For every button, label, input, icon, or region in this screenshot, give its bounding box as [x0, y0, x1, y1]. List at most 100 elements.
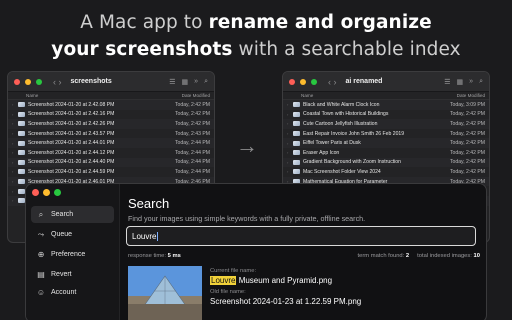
file-date: Today, 2:42 PM: [449, 130, 485, 137]
sidebar-item-queue[interactable]: ⤳ Queue: [31, 226, 114, 243]
file-name: Screenshot 2024-01-20 at 2.42.16 PM: [28, 111, 115, 118]
more-icon[interactable]: »: [194, 78, 198, 86]
sidebar-item-label: Queue: [51, 231, 73, 238]
search-input[interactable]: Louvre: [126, 226, 476, 246]
file-thumbnail-icon: [18, 179, 25, 185]
file-row[interactable]: › Mac Screenshot Folder View 2024 Today, 2…: [283, 167, 489, 177]
more-icon[interactable]: »: [469, 78, 473, 86]
file-row[interactable]: › Eraser App Icon Today, 2:42 PM: [283, 148, 489, 158]
close-button[interactable]: [32, 189, 39, 196]
minimize-button[interactable]: [300, 78, 306, 85]
file-thumbnail-icon: [18, 111, 25, 117]
current-name-rest: Museum and Pyramid.png: [236, 276, 333, 285]
result-thumbnail[interactable]: [128, 266, 202, 320]
file-row[interactable]: › Screenshot 2024-01-20 at 2.44.59 PM Toda…: [8, 167, 214, 177]
term-value: 2: [405, 253, 410, 259]
file-date: Today, 2:42 PM: [449, 120, 485, 127]
column-name[interactable]: Name: [12, 93, 182, 98]
file-row[interactable]: › Screenshot 2024-01-20 at 2.43.57 PM Toda…: [8, 129, 214, 139]
minimize-button[interactable]: [25, 78, 31, 85]
back-forward-icon[interactable]: ‹ ›: [328, 77, 337, 87]
zoom-button[interactable]: [311, 78, 317, 85]
file-date: Today, 2:42 PM: [174, 111, 210, 118]
file-row[interactable]: › Cute Cartoon Jellyfish Illustration Toda…: [283, 119, 489, 129]
file-name: Eraser App Icon: [303, 149, 340, 156]
term-match: term match found: 2: [358, 253, 410, 259]
file-thumbnail-icon: [293, 140, 300, 146]
sidebar-item-account[interactable]: ☺ Account: [31, 284, 114, 301]
current-file-name[interactable]: Louvre Museum and Pyramid.png: [210, 276, 361, 285]
indexed-value: 10: [473, 253, 480, 259]
back-forward-icon[interactable]: ‹ ›: [53, 77, 62, 87]
file-date: Today, 2:42 PM: [449, 149, 485, 156]
file-name: Black and White Alarm Clock Icon: [303, 101, 380, 108]
file-date: Today, 2:44 PM: [174, 149, 210, 156]
queue-icon: ⤳: [37, 229, 45, 239]
term-label: term match found:: [357, 253, 405, 259]
sidebar-item-revert[interactable]: ▤ Revert: [31, 266, 114, 283]
result-details: Current file name: Louvre Museum and Pyr…: [210, 268, 361, 310]
file-thumbnail-icon: [293, 150, 300, 156]
search-icon[interactable]: ⌕: [479, 78, 483, 86]
file-name: Gradient Background with Zoom Instructio…: [303, 159, 401, 166]
list-view-icon[interactable]: ☰: [444, 78, 450, 86]
file-name: Eiffel Tower Paris at Dusk: [303, 140, 361, 147]
column-date[interactable]: Date Modified: [182, 93, 210, 98]
zoom-button[interactable]: [54, 189, 61, 196]
file-date: Today, 2:42 PM: [449, 159, 485, 166]
file-name: Screenshot 2024-01-20 at 2.44.40 PM: [28, 159, 115, 166]
file-row[interactable]: › East Repair Invoice John Smith 26 Feb 2…: [283, 129, 489, 139]
file-date: Today, 2:44 PM: [174, 140, 210, 147]
list-view-icon[interactable]: ☰: [169, 78, 175, 86]
headline-prefix: A Mac app to: [80, 12, 209, 33]
indexed-label: total indexed images:: [417, 253, 472, 259]
text-caret: [157, 231, 159, 241]
response-value: 5 ms: [167, 253, 181, 259]
file-thumbnail-icon: [18, 169, 25, 175]
grid-view-icon[interactable]: ▦: [457, 78, 464, 86]
minimize-button[interactable]: [43, 189, 50, 196]
arrow-right-icon: →: [236, 133, 258, 158]
file-row[interactable]: › Screenshot 2024-01-20 at 2.42.16 PM Toda…: [8, 110, 214, 120]
louvre-pyramid-image: [128, 266, 202, 320]
file-name: Screenshot 2024-01-20 at 2.44.01 PM: [28, 140, 115, 147]
response-time: response time: 5 ms: [128, 253, 181, 259]
file-row[interactable]: › Black and White Alarm Clock Icon Today, …: [283, 100, 489, 110]
file-thumbnail-icon: [18, 102, 25, 108]
search-stats: response time: 5 ms term match found: 2 …: [128, 253, 480, 259]
finder-title: ai renamed: [345, 78, 383, 85]
zoom-button[interactable]: [36, 78, 42, 85]
close-button[interactable]: [14, 78, 20, 85]
page-subtitle: Find your images using simple keywords w…: [128, 214, 366, 223]
file-date: Today, 2:42 PM: [449, 168, 485, 175]
file-name: Screenshot 2024-01-20 at 2.42.26 PM: [28, 120, 115, 127]
file-date: Today, 2:42 PM: [174, 120, 210, 127]
file-row[interactable]: › Screenshot 2024-01-20 at 2.44.12 PM Toda…: [8, 148, 214, 158]
column-date[interactable]: Date Modified: [457, 93, 485, 98]
file-thumbnail-icon: [293, 111, 300, 117]
column-name[interactable]: Name: [287, 93, 457, 98]
sidebar-item-label: Revert: [51, 271, 72, 278]
finder-titlebar: ‹ › ai renamed ☰ ▦ » ⌕: [283, 72, 489, 92]
file-row[interactable]: › Screenshot 2024-01-20 at 2.42.26 PM Toda…: [8, 119, 214, 129]
file-row[interactable]: › Coastal Town with Historical Buildings T…: [283, 110, 489, 120]
file-row[interactable]: › Screenshot 2024-01-20 at 2.44.01 PM Toda…: [8, 138, 214, 148]
file-date: Today, 2:42 PM: [449, 111, 485, 118]
search-input-value: Louvre: [132, 231, 157, 241]
file-thumbnail-icon: [293, 131, 300, 137]
grid-view-icon[interactable]: ▦: [182, 78, 189, 86]
sidebar-item-search[interactable]: ⌕ Search: [31, 206, 114, 223]
headline-bold-2: your screenshots: [51, 39, 233, 60]
search-icon[interactable]: ⌕: [204, 78, 208, 86]
file-row[interactable]: › Gradient Background with Zoom Instructi…: [283, 157, 489, 168]
close-button[interactable]: [289, 78, 295, 85]
sidebar-item-label: Account: [51, 289, 77, 296]
file-name: Coastal Town with Historical Buildings: [303, 111, 389, 118]
sidebar-item-preference[interactable]: ⊕ Preference: [31, 246, 114, 263]
page-title: Search: [128, 196, 170, 211]
file-row[interactable]: › Screenshot 2024-01-20 at 2.44.40 PM Toda…: [8, 157, 214, 168]
file-name: Mac Screenshot Folder View 2024: [303, 168, 381, 175]
file-row[interactable]: › Eiffel Tower Paris at Dusk Today, 2:42 P…: [283, 138, 489, 148]
file-row[interactable]: › Screenshot 2024-01-20 at 2.42.08 PM Toda…: [8, 100, 214, 110]
file-thumbnail-icon: [293, 169, 300, 175]
